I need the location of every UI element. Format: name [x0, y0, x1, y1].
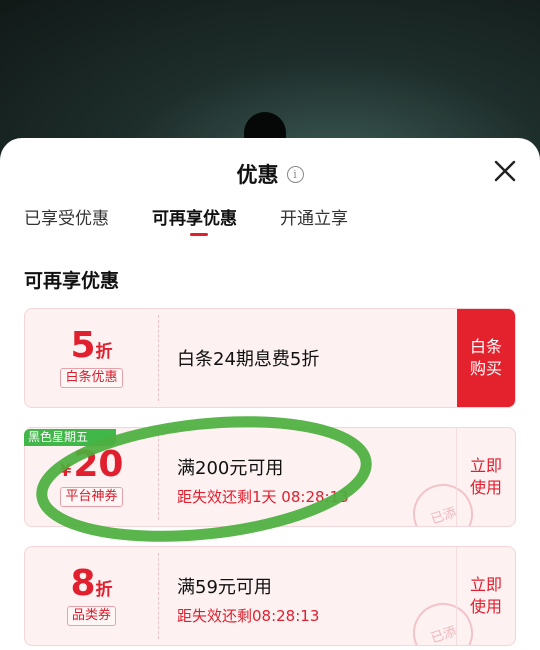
coupon-condition: 白条24期息费5折 — [177, 349, 320, 370]
coupon-amount: 5折 — [70, 325, 113, 366]
use-now-button[interactable]: 立即使用 — [456, 428, 515, 526]
baitiao-buy-button[interactable]: 白条购买 — [457, 309, 515, 407]
close-icon[interactable] — [492, 158, 518, 184]
coupon-value: 5折 白条优惠 — [25, 309, 158, 407]
tab-activate[interactable]: 开通立享 — [280, 204, 348, 229]
coupon-condition: 满200元可用 — [177, 458, 284, 479]
black-friday-badge: 黑色星期五 — [24, 429, 116, 446]
coupon-expiry: 距失效还剩1天 08:28:13 — [177, 488, 349, 506]
card-divider — [158, 553, 159, 639]
coupon-type-tag: 平台神券 — [60, 487, 123, 507]
coupon-card-baitiao[interactable]: 5折 白条优惠 白条24期息费5折 白条购买 — [24, 308, 516, 408]
coupon-amount: 8折 — [70, 563, 113, 604]
tab-available[interactable]: 可再享优惠 — [152, 204, 237, 229]
coupon-expiry: 距失效还剩08:28:13 — [177, 607, 320, 625]
coupon-type-tag: 品类券 — [66, 606, 116, 626]
info-icon[interactable]: i — [286, 165, 304, 183]
sheet-title: 优惠 — [236, 163, 279, 187]
coupon-condition: 满59元可用 — [177, 577, 272, 598]
card-divider — [158, 315, 159, 401]
coupon-amount: ¥20 — [59, 444, 124, 485]
coupon-value: 8折 品类券 — [25, 547, 158, 645]
coupon-type-tag: 白条优惠 — [60, 368, 123, 388]
tab-enjoyed[interactable]: 已享受优惠 — [24, 204, 109, 229]
coupon-card-category[interactable]: 8折 品类券 满59元可用 距失效还剩08:28:13 已添 立即使用 — [24, 546, 516, 646]
section-title: 可再享优惠 — [24, 270, 120, 292]
use-now-button[interactable]: 立即使用 — [456, 547, 515, 645]
card-divider — [158, 434, 159, 520]
sheet-header: 优惠 i — [0, 158, 540, 190]
tab-active-indicator — [190, 233, 208, 236]
